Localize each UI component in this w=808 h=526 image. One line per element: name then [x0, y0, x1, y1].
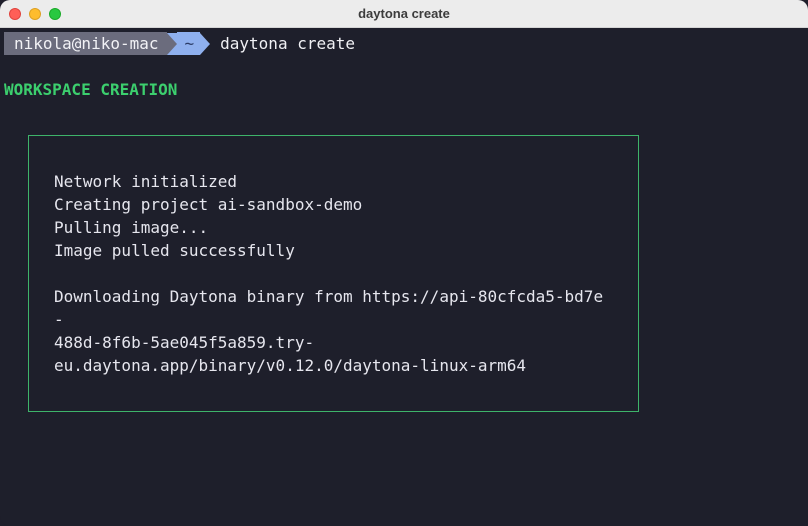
log-line: Downloading Daytona binary from https://…	[54, 287, 604, 306]
log-line: Image pulled successfully	[54, 241, 295, 260]
prompt-separator-arrow-icon	[166, 32, 177, 55]
typed-command: daytona create	[220, 34, 355, 53]
log-line: Pulling image...	[54, 218, 209, 237]
shell-prompt: nikola@niko-mac ~ daytona create	[4, 32, 355, 55]
section-heading: WORKSPACE CREATION	[4, 80, 178, 99]
log-line: 488d-8f6b-5ae045f5a859.try-	[54, 333, 315, 352]
prompt-path: ~	[176, 32, 201, 55]
prompt-end-arrow-icon	[200, 32, 211, 55]
log-line: -	[54, 310, 64, 329]
window-title: daytona create	[358, 6, 450, 21]
log-line: Network initialized	[54, 172, 238, 191]
log-output-box: Network initialized Creating project ai-…	[28, 135, 639, 412]
log-line: eu.daytona.app/binary/v0.12.0/daytona-li…	[54, 356, 527, 375]
log-line: Creating project ai-sandbox-demo	[54, 195, 363, 214]
terminal-content[interactable]: nikola@niko-mac ~ daytona create WORKSPA…	[0, 28, 808, 526]
terminal-window: daytona create nikola@niko-mac ~ daytona…	[0, 0, 808, 526]
title-bar: daytona create	[0, 0, 808, 28]
prompt-user-host: nikola@niko-mac	[4, 32, 167, 55]
